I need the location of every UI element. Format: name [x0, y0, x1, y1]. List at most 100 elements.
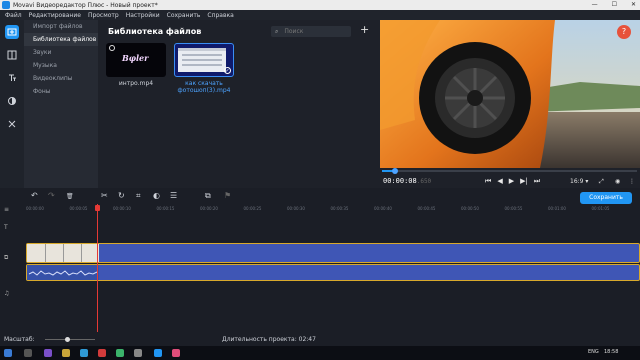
taskbar-app-icon[interactable]: [62, 349, 70, 357]
sidebar-item-file-library[interactable]: Библиотека файлов: [24, 33, 98, 46]
media-tile-photoshop[interactable]: ✓: [174, 43, 234, 77]
sidebar-item-import-files[interactable]: Импорт файлов: [24, 20, 98, 33]
step-forward-button[interactable]: ▶|: [520, 177, 528, 186]
taskbar-app-icon[interactable]: [172, 349, 180, 357]
sidebar-item-music[interactable]: Музыка: [24, 59, 98, 72]
ruler-tick-label: 00:00:55: [504, 206, 523, 211]
playback-scrubber[interactable]: [382, 168, 637, 174]
timeline-menu-icon[interactable]: ≡: [4, 206, 9, 213]
fullscreen-icon[interactable]: ⤢: [599, 178, 604, 186]
taskbar-app-icon[interactable]: [44, 349, 52, 357]
cut-icon[interactable]: ✂: [101, 191, 108, 200]
filters-tool-button[interactable]: [5, 94, 19, 108]
rotate-icon[interactable]: ↻: [118, 191, 125, 200]
window-buttons: — ☐ ✕: [592, 0, 636, 10]
help-button[interactable]: ?: [617, 25, 631, 39]
left-tool-rail: [0, 20, 24, 188]
app-icon: [2, 1, 10, 9]
transitions-tool-button[interactable]: [5, 48, 19, 62]
taskbar-movavi-icon[interactable]: [154, 349, 162, 357]
media-caption-intro: интро.mp4: [118, 80, 154, 87]
clip-properties-icon[interactable]: ☰: [170, 191, 177, 200]
media-tile-intro[interactable]: Bφler: [106, 43, 166, 77]
window-title: Movavi Видеоредактор Плюс - Новый проект…: [13, 1, 158, 9]
taskbar-app-icon[interactable]: [134, 349, 142, 357]
snapshot-icon[interactable]: ◉: [615, 178, 620, 185]
search-taskbar-icon[interactable]: [24, 349, 32, 357]
project-duration: Длительность проекта: 02:47: [222, 336, 316, 343]
ruler-tick-label: 00:00:35: [330, 206, 349, 211]
timecode: 00:00:08.650: [383, 177, 431, 185]
clock-icon: [109, 45, 115, 51]
window-titlebar: Movavi Видеоредактор Плюс - Новый проект…: [0, 0, 640, 10]
menu-settings[interactable]: Настройки: [126, 12, 160, 19]
library-title: Библиотека файлов: [108, 27, 202, 36]
more-options-icon[interactable]: ⋮: [629, 178, 635, 185]
delete-icon[interactable]: 🗑: [66, 193, 74, 200]
ruler-tick-label: 00:00:30: [287, 206, 305, 211]
timeline-ruler[interactable]: 00:00:00 00:00:05 00:00:10 00:00:15 00:00:20…: [24, 204, 640, 214]
aspect-ratio-select[interactable]: 16:9 ▾: [570, 178, 588, 185]
start-icon[interactable]: [4, 349, 12, 357]
menu-bar: Файл Редактирование Просмотр Настройки С…: [0, 10, 640, 20]
video-track-icon: ⧉: [4, 254, 9, 261]
maximize-button[interactable]: ☐: [612, 0, 617, 10]
transport-controls: ⏮ ◀ ▶ ▶| ⏭: [485, 177, 540, 186]
save-button[interactable]: Сохранить: [580, 192, 632, 204]
audio-clip[interactable]: [26, 264, 640, 281]
menu-file[interactable]: Файл: [5, 12, 22, 19]
ruler-tick-label: 00:00:20: [200, 206, 218, 211]
sidebar-item-videoclips[interactable]: Видеоклипы: [24, 72, 98, 85]
menu-help[interactable]: Справка: [207, 12, 233, 19]
menu-edit[interactable]: Редактирование: [29, 12, 81, 19]
sidebar-item-backgrounds[interactable]: Фоны: [24, 85, 98, 98]
playhead[interactable]: [95, 204, 100, 332]
menu-view[interactable]: Просмотр: [88, 12, 119, 19]
redo-icon[interactable]: ↷: [48, 191, 55, 200]
undo-icon[interactable]: ↶: [31, 191, 38, 200]
ruler-tick-label: 00:01:00: [548, 206, 566, 211]
skip-forward-button[interactable]: ⏭: [534, 177, 540, 186]
timecode-ms: .650: [416, 178, 432, 185]
titles-tool-button[interactable]: [5, 71, 19, 85]
video-preview[interactable]: [380, 20, 640, 168]
taskbar-app-icon[interactable]: [98, 349, 106, 357]
step-back-button[interactable]: ◀: [497, 177, 502, 186]
player-controls: 00:00:08.650 ⏮ ◀ ▶ ▶| ⏭ 16:9 ▾ ⤢ ◉ ⋮: [380, 168, 640, 188]
more-tools-icon: [8, 120, 16, 128]
scrubber-handle[interactable]: [391, 168, 398, 174]
color-adjust-icon[interactable]: ◐: [153, 191, 160, 200]
preview-frame-image: [380, 20, 640, 168]
library-search[interactable]: ⌕ Поиск: [271, 26, 351, 37]
timeline[interactable]: 00:00:00 00:00:05 00:00:10 00:00:15 00:00:20…: [0, 204, 640, 332]
ruler-tick-label: 00:01:05: [591, 206, 610, 211]
language-indicator[interactable]: ENG: [588, 349, 599, 355]
music-track-icon: ♫: [4, 290, 10, 297]
import-tool-button[interactable]: [5, 25, 19, 39]
ruler-tick-label: 00:00:05: [69, 206, 88, 211]
video-clip[interactable]: [26, 243, 640, 263]
add-file-button[interactable]: +: [360, 23, 369, 36]
taskbar-app-icon[interactable]: [116, 349, 124, 357]
selected-check-icon: ✓: [224, 67, 231, 74]
file-library-panel: Библиотека файлов ⌕ Поиск + Bφler интро.…: [98, 20, 380, 188]
taskbar-app-icon[interactable]: [80, 349, 88, 357]
playhead-handle[interactable]: [95, 205, 100, 211]
minimize-button[interactable]: —: [592, 0, 598, 10]
close-button[interactable]: ✕: [631, 0, 636, 10]
timeline-footer: Масштаб: Длительность проекта: 02:47: [0, 332, 640, 346]
more-tools-button[interactable]: [5, 117, 19, 131]
zoom-slider[interactable]: [45, 337, 95, 342]
crop-icon[interactable]: ⌗: [136, 191, 141, 201]
sidebar-item-sounds[interactable]: Звуки: [24, 46, 98, 59]
ruler-tick-label: 00:00:00: [26, 206, 44, 211]
search-placeholder: Поиск: [284, 28, 304, 35]
media-overlay-icon[interactable]: ⧉: [205, 191, 211, 201]
play-button[interactable]: ▶: [509, 177, 514, 186]
ruler-tick-label: 00:00:45: [417, 206, 436, 211]
skip-back-button[interactable]: ⏮: [485, 177, 491, 186]
menu-save[interactable]: Сохранить: [167, 12, 201, 19]
filters-icon: [8, 97, 16, 105]
zoom-slider-handle[interactable]: [65, 337, 70, 342]
marker-flag-icon[interactable]: ⚑: [224, 191, 231, 200]
